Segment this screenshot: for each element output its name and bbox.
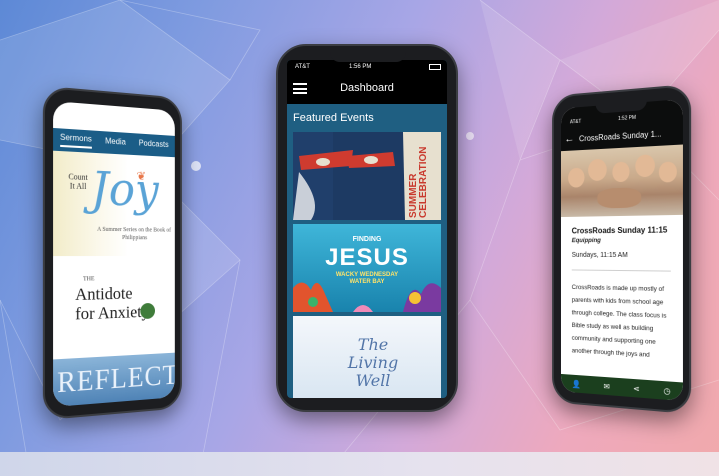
joy-count-text: Count It All — [68, 172, 88, 192]
status-bar: AT&T 1:56 PM — [287, 60, 447, 74]
anxiety-title: Antidote for Anxiety — [75, 283, 150, 324]
carrier-label: AT&T — [295, 64, 310, 70]
pill-icon — [140, 302, 156, 320]
bottom-band — [0, 452, 719, 476]
jesus-sub1: WACKY WEDNESDAY — [335, 272, 399, 278]
nav-bar: Dashboard — [287, 74, 447, 104]
back-arrow-icon[interactable]: ← — [565, 133, 575, 145]
series-tile-reflect[interactable]: REFLECT — [53, 352, 175, 407]
jesus-title: JESUS — [325, 244, 409, 271]
tab-podcasts[interactable]: Podcasts — [139, 138, 169, 152]
jesus-sub2: WATER BAY — [349, 279, 385, 285]
anxiety-the-text: THE — [83, 276, 95, 283]
reflect-title: REFLECT — [57, 360, 175, 400]
battery-icon — [429, 64, 441, 70]
wacky-wednesday-text: WACKY WEDNESDAY WATER BAY — [293, 272, 441, 286]
right-phone-screen: AT&T 1:52 PM ← CrossRoads Sunday 1... Cr… — [560, 98, 683, 402]
nav-title: Dashboard — [340, 82, 394, 94]
event-description: CrossRoads is made up mostly of parents … — [571, 284, 667, 359]
center-phone-screen: AT&T 1:56 PM Dashboard Featured Events S… — [287, 60, 447, 398]
left-phone-screen: Sermons Media Podcasts Count It All Joy … — [53, 101, 175, 407]
butterfly-icon: ❦ — [136, 168, 146, 184]
add-person-icon[interactable]: 👤 — [572, 379, 581, 388]
divider — [571, 269, 671, 272]
featured-events-heading: Featured Events — [293, 112, 374, 124]
summer-celebration-text: SUMMER CELEBRATION — [408, 144, 429, 218]
summer-line2: CELEBRATION — [418, 146, 429, 218]
joy-title: Joy — [90, 160, 159, 217]
right-carrier-label: AT&T — [569, 118, 582, 126]
mail-icon[interactable]: ✉ — [604, 381, 610, 390]
joy-subtitle: A Summer Series on the Book of Philippia… — [97, 226, 171, 242]
phone-left: Sermons Media Podcasts Count It All Joy … — [42, 85, 182, 421]
phone-center: AT&T 1:56 PM Dashboard Featured Events S… — [276, 44, 458, 412]
event-card-living-well[interactable]: The Living Well — [293, 316, 441, 398]
share-icon[interactable]: ⋖ — [633, 384, 639, 394]
event-card-finding-jesus[interactable]: FINDING JESUS WACKY WEDNESDAY WATER BAY — [293, 224, 441, 312]
group-photo — [560, 144, 683, 218]
event-datetime: Sundays, 11:15 AM — [571, 251, 628, 260]
tab-media[interactable]: Media — [105, 136, 126, 149]
status-time: 1:56 PM — [349, 64, 372, 70]
series-tile-anxiety[interactable]: THE Antidote for Anxiety — [53, 255, 175, 360]
right-nav-title: CrossRoads Sunday 1... — [578, 129, 662, 144]
right-status-time: 1:52 PM — [618, 114, 636, 123]
phone-notch — [330, 46, 406, 62]
event-title: CrossRoads Sunday 11:15 — [571, 225, 668, 236]
phone-right: AT&T 1:52 PM ← CrossRoads Sunday 1... Cr… — [552, 83, 692, 415]
tab-sermons[interactable]: Sermons — [60, 132, 92, 149]
finding-text: FINDING — [352, 236, 382, 243]
event-card-summer-celebration[interactable]: SUMMER CELEBRATION — [293, 132, 441, 220]
clock-icon[interactable]: ◷ — [664, 386, 671, 396]
living-well-title: The Living Well — [347, 335, 399, 390]
series-tile-joy[interactable]: Count It All Joy ❦ A Summer Series on th… — [53, 150, 175, 257]
event-category: Equipping — [571, 237, 601, 245]
